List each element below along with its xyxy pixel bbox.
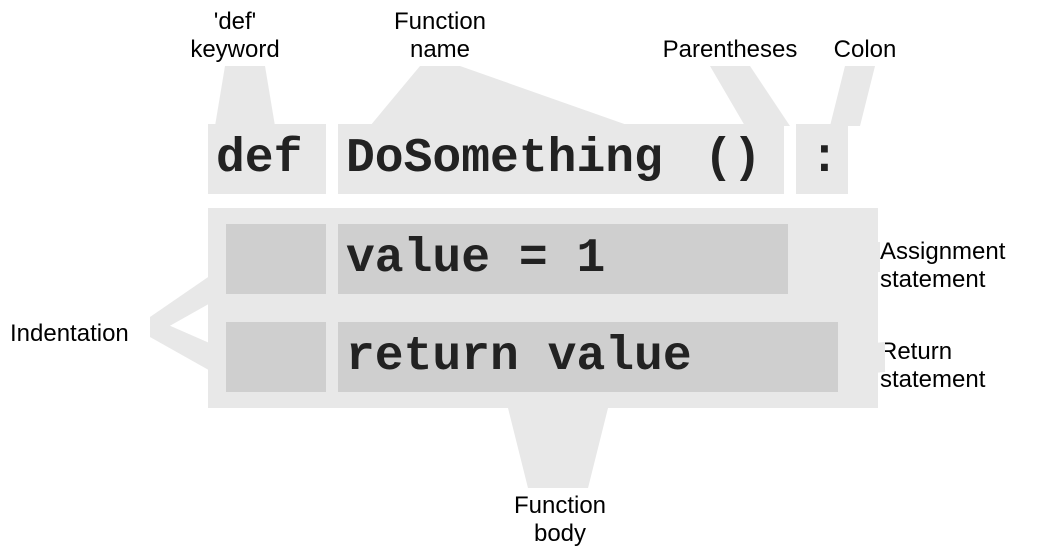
text: Return (880, 338, 952, 365)
label-def-keyword: 'def' keyword (175, 8, 295, 63)
label-assignment-statement: Assignment statement (880, 238, 1040, 293)
label-function-name: Function name (370, 8, 510, 63)
code-def-keyword: def (208, 124, 326, 194)
code-indent-2 (226, 322, 326, 392)
text: Colon (834, 36, 897, 63)
code-assignment-statement: value = 1 (338, 224, 788, 294)
text: () (704, 135, 762, 183)
callout-tail-parentheses (700, 66, 800, 126)
callout-tail-colon (820, 66, 890, 126)
label-indentation: Indentation (10, 320, 160, 348)
text: name (410, 36, 470, 63)
text: def (216, 135, 302, 183)
text: Indentation (10, 320, 129, 347)
code-indent-1 (226, 224, 326, 294)
text: value = 1 (346, 235, 605, 283)
label-colon: Colon (820, 36, 910, 64)
callout-tail-function-name (370, 66, 630, 126)
text: body (534, 520, 586, 547)
code-colon: : (796, 124, 848, 194)
text: : (810, 135, 839, 183)
code-function-name: DoSomething (338, 124, 694, 194)
text: 'def' (214, 8, 257, 35)
text: keyword (190, 36, 279, 63)
text: statement (880, 266, 985, 293)
label-return-statement: Return statement (880, 338, 1040, 393)
label-parentheses: Parentheses (650, 36, 810, 64)
text: return value (346, 333, 692, 381)
callout-tail-def (205, 66, 295, 126)
text: DoSomething (346, 135, 663, 183)
label-function-body: Function body (490, 492, 630, 547)
text: Function (394, 8, 486, 35)
text: Assignment (880, 238, 1005, 265)
text: Parentheses (663, 36, 798, 63)
text: statement (880, 366, 985, 393)
code-parentheses: () (694, 124, 784, 194)
code-return-statement: return value (338, 322, 838, 392)
text: Function (514, 492, 606, 519)
